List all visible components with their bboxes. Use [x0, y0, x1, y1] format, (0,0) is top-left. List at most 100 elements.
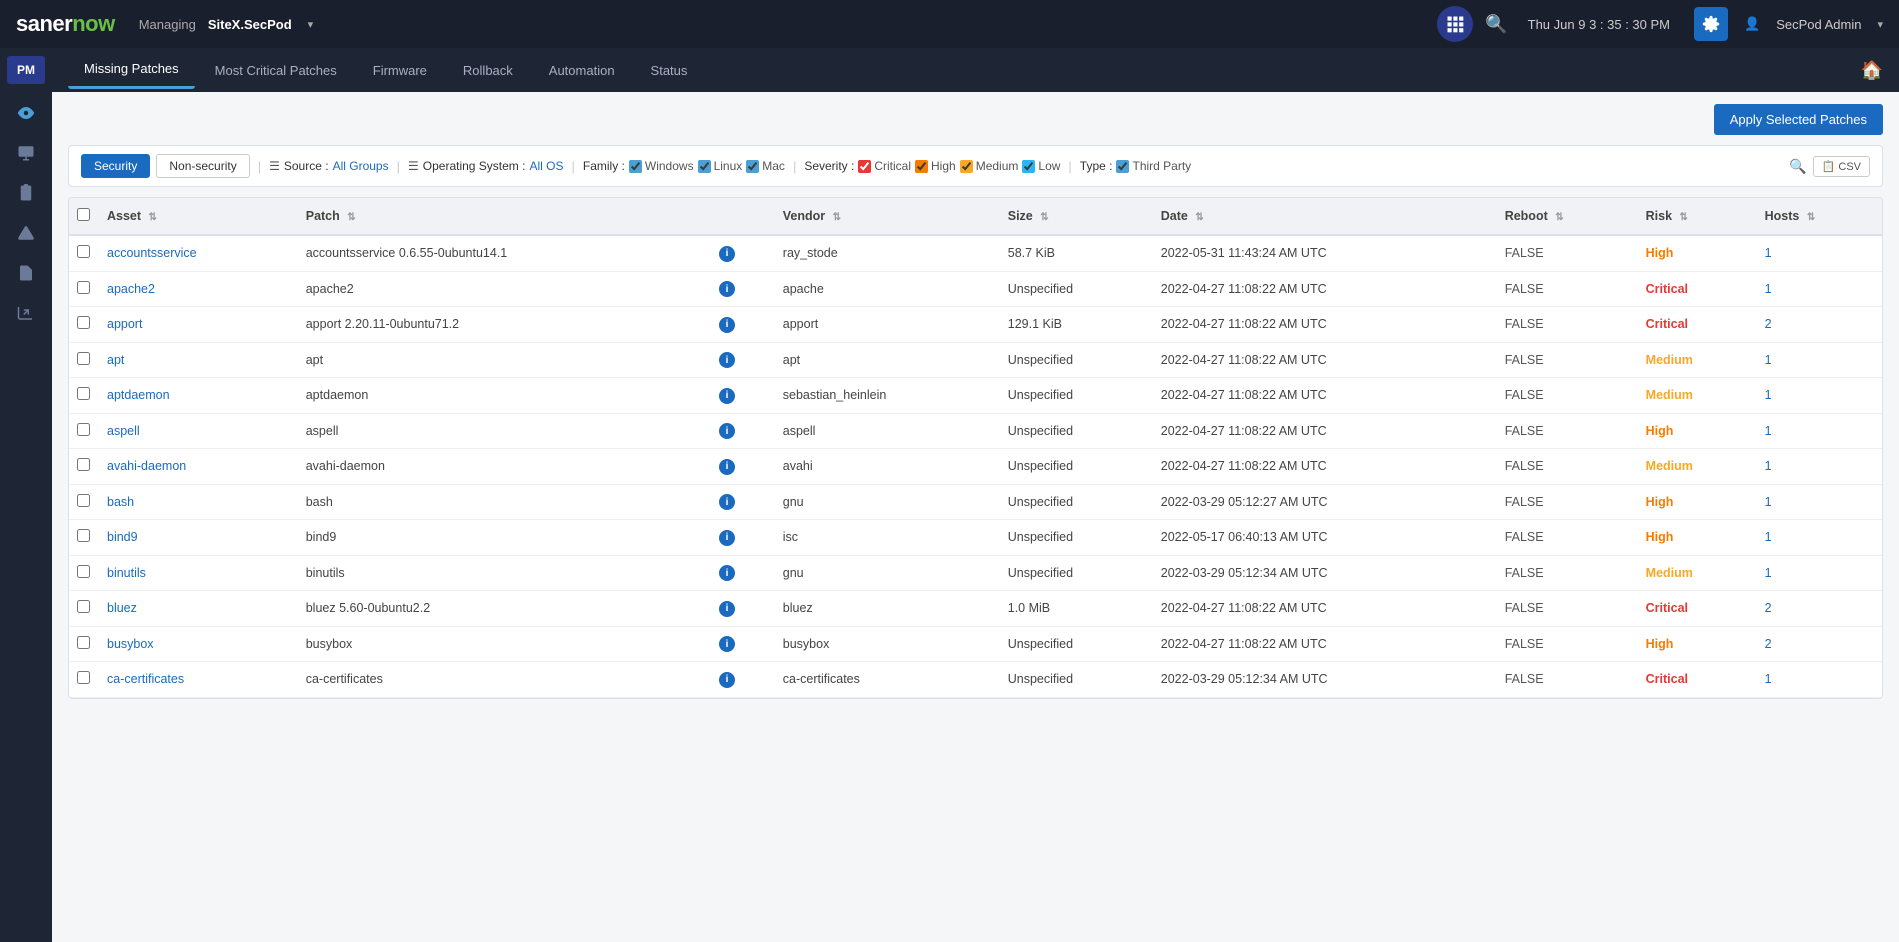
linux-checkbox[interactable] — [698, 160, 711, 173]
asset-link-0[interactable]: accountsservice — [107, 246, 197, 260]
select-all-checkbox[interactable] — [77, 208, 90, 221]
th-date[interactable]: Date ⇅ — [1153, 198, 1497, 235]
user-label[interactable]: SecPod Admin — [1776, 17, 1861, 32]
th-size[interactable]: Size ⇅ — [1000, 198, 1153, 235]
medium-checkbox-label[interactable]: Medium — [960, 159, 1019, 173]
row-checkbox-cell[interactable] — [69, 449, 99, 485]
hosts-link-6[interactable]: 1 — [1765, 459, 1772, 473]
sidebar-icon-doc[interactable] — [7, 254, 45, 292]
row-checkbox-cell[interactable] — [69, 307, 99, 343]
cell-info-0[interactable]: i — [707, 235, 775, 271]
hosts-link-9[interactable]: 1 — [1765, 566, 1772, 580]
thirdparty-checkbox[interactable] — [1116, 160, 1129, 173]
asset-link-9[interactable]: binutils — [107, 566, 146, 580]
info-icon-7[interactable]: i — [719, 494, 735, 510]
search-icon-top[interactable]: 🔍 — [1485, 14, 1507, 35]
th-patch[interactable]: Patch ⇅ — [298, 198, 707, 235]
row-checkbox-3[interactable] — [77, 352, 90, 365]
hosts-link-10[interactable]: 2 — [1765, 601, 1772, 615]
cell-info-9[interactable]: i — [707, 555, 775, 591]
csv-button[interactable]: 📋 CSV — [1813, 156, 1870, 177]
cell-info-2[interactable]: i — [707, 307, 775, 343]
asset-link-12[interactable]: ca-certificates — [107, 672, 184, 686]
nav-automation[interactable]: Automation — [533, 53, 631, 88]
cell-info-12[interactable]: i — [707, 662, 775, 698]
row-checkbox-9[interactable] — [77, 565, 90, 578]
asset-link-4[interactable]: aptdaemon — [107, 388, 170, 402]
critical-checkbox[interactable] — [858, 160, 871, 173]
asset-link-8[interactable]: bind9 — [107, 530, 138, 544]
row-checkbox-6[interactable] — [77, 458, 90, 471]
th-asset[interactable]: Asset ⇅ — [99, 198, 298, 235]
nav-most-critical-patches[interactable]: Most Critical Patches — [199, 53, 353, 88]
medium-checkbox[interactable] — [960, 160, 973, 173]
info-icon-0[interactable]: i — [719, 246, 735, 262]
filter-search-icon[interactable]: 🔍 — [1789, 158, 1806, 175]
th-reboot[interactable]: Reboot ⇅ — [1497, 198, 1638, 235]
row-checkbox-10[interactable] — [77, 600, 90, 613]
row-checkbox-cell[interactable] — [69, 378, 99, 414]
info-icon-4[interactable]: i — [719, 388, 735, 404]
nav-firmware[interactable]: Firmware — [357, 53, 443, 88]
cell-info-1[interactable]: i — [707, 271, 775, 307]
row-checkbox-5[interactable] — [77, 423, 90, 436]
hosts-link-8[interactable]: 1 — [1765, 530, 1772, 544]
asset-link-1[interactable]: apache2 — [107, 282, 155, 296]
mac-checkbox-label[interactable]: Mac — [746, 159, 785, 173]
info-icon-3[interactable]: i — [719, 352, 735, 368]
asset-link-2[interactable]: apport — [107, 317, 142, 331]
thirdparty-checkbox-label[interactable]: Third Party — [1116, 159, 1191, 173]
home-icon[interactable]: 🏠 — [1861, 60, 1883, 81]
low-checkbox[interactable] — [1022, 160, 1035, 173]
info-icon-9[interactable]: i — [719, 565, 735, 581]
info-icon-6[interactable]: i — [719, 459, 735, 475]
hosts-link-3[interactable]: 1 — [1765, 353, 1772, 367]
row-checkbox-cell[interactable] — [69, 555, 99, 591]
asset-link-10[interactable]: bluez — [107, 601, 137, 615]
row-checkbox-2[interactable] — [77, 316, 90, 329]
th-hosts[interactable]: Hosts ⇅ — [1757, 198, 1882, 235]
info-icon-2[interactable]: i — [719, 317, 735, 333]
cell-info-8[interactable]: i — [707, 520, 775, 556]
select-all-header[interactable] — [69, 198, 99, 235]
row-checkbox-cell[interactable] — [69, 662, 99, 698]
asset-link-3[interactable]: apt — [107, 353, 124, 367]
th-vendor[interactable]: Vendor ⇅ — [775, 198, 1000, 235]
site-dropdown-arrow[interactable]: ▾ — [308, 18, 314, 31]
cell-info-7[interactable]: i — [707, 484, 775, 520]
sidebar-icon-monitor[interactable] — [7, 134, 45, 172]
os-value[interactable]: All OS — [529, 159, 563, 173]
hosts-link-12[interactable]: 1 — [1765, 672, 1772, 686]
nav-status[interactable]: Status — [635, 53, 704, 88]
cell-info-10[interactable]: i — [707, 591, 775, 627]
hosts-link-4[interactable]: 1 — [1765, 388, 1772, 402]
hosts-link-11[interactable]: 2 — [1765, 637, 1772, 651]
low-checkbox-label[interactable]: Low — [1022, 159, 1060, 173]
hosts-link-1[interactable]: 1 — [1765, 282, 1772, 296]
cell-info-4[interactable]: i — [707, 378, 775, 414]
site-name[interactable]: SiteX.SecPod — [208, 17, 292, 32]
windows-checkbox-label[interactable]: Windows — [629, 159, 694, 173]
info-icon-1[interactable]: i — [719, 281, 735, 297]
sidebar-icon-export[interactable] — [7, 294, 45, 332]
info-icon-11[interactable]: i — [719, 636, 735, 652]
row-checkbox-cell[interactable] — [69, 235, 99, 271]
info-icon-12[interactable]: i — [719, 672, 735, 688]
grid-icon[interactable] — [1437, 6, 1473, 42]
hosts-link-0[interactable]: 1 — [1765, 246, 1772, 260]
linux-checkbox-label[interactable]: Linux — [698, 159, 743, 173]
info-icon-10[interactable]: i — [719, 601, 735, 617]
windows-checkbox[interactable] — [629, 160, 642, 173]
sidebar-pm-label[interactable]: PM — [7, 56, 45, 84]
row-checkbox-11[interactable] — [77, 636, 90, 649]
row-checkbox-cell[interactable] — [69, 271, 99, 307]
row-checkbox-cell[interactable] — [69, 413, 99, 449]
high-checkbox-label[interactable]: High — [915, 159, 956, 173]
cell-info-11[interactable]: i — [707, 626, 775, 662]
row-checkbox-1[interactable] — [77, 281, 90, 294]
non-security-filter-button[interactable]: Non-security — [156, 154, 249, 178]
row-checkbox-0[interactable] — [77, 245, 90, 258]
info-icon-5[interactable]: i — [719, 423, 735, 439]
row-checkbox-cell[interactable] — [69, 342, 99, 378]
th-risk[interactable]: Risk ⇅ — [1638, 198, 1757, 235]
